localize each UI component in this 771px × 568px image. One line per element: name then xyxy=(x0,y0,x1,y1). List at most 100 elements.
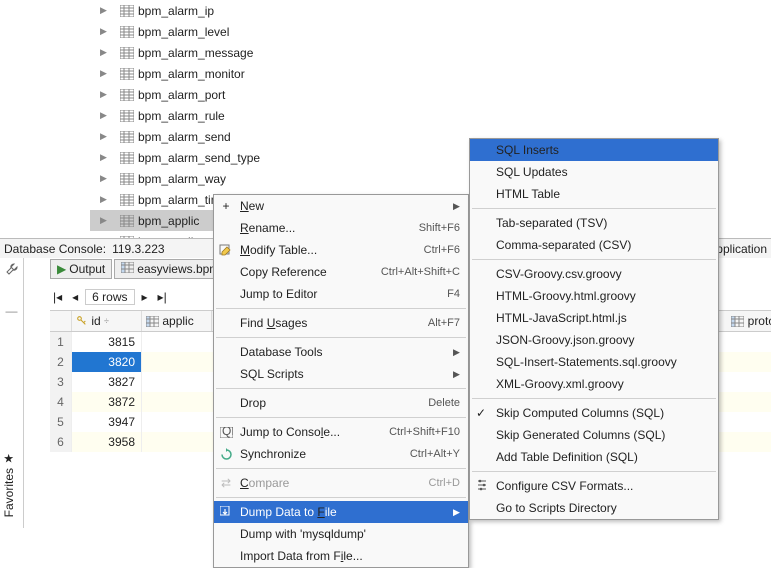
menu-separator xyxy=(472,471,716,472)
tree-item[interactable]: ▶bpm_alarm_level xyxy=(90,21,470,42)
run-icon: ▶ xyxy=(57,262,66,276)
table-icon xyxy=(120,89,134,101)
row-header xyxy=(50,311,72,331)
tree-item[interactable]: ▶bpm_alarm_monitor xyxy=(90,63,470,84)
database-console-label: Database Console: xyxy=(4,242,106,256)
submenu-tsv[interactable]: Tab-separated (TSV) xyxy=(470,212,718,234)
submenu-skip-generated[interactable]: Skip Generated Columns (SQL) xyxy=(470,424,718,446)
tree-item[interactable]: ▶bpm_alarm_way xyxy=(90,168,470,189)
submenu-csv-groovy[interactable]: CSV-Groovy.csv.groovy xyxy=(470,263,718,285)
submenu-csv[interactable]: Comma-separated (CSV) xyxy=(470,234,718,256)
submenu-add-table-def[interactable]: Add Table Definition (SQL) xyxy=(470,446,718,468)
menu-find-usages[interactable]: Find UsagesAlt+F7 xyxy=(214,312,468,334)
menu-modify-table[interactable]: Modify Table...Ctrl+F6 xyxy=(214,239,468,261)
table-icon xyxy=(120,215,134,227)
check-icon: ✓ xyxy=(476,406,486,420)
modify-icon xyxy=(218,244,234,256)
menu-separator xyxy=(472,208,716,209)
menu-dump-data-to-file[interactable]: Dump Data to File▶ xyxy=(214,501,468,523)
table-icon xyxy=(120,173,134,185)
submenu-xml-groovy[interactable]: XML-Groovy.xml.groovy xyxy=(470,373,718,395)
chevron-right-icon: ▶ xyxy=(100,68,110,79)
tree-item[interactable]: ▶bpm_alarm_message xyxy=(90,42,470,63)
menu-separator xyxy=(216,388,466,389)
menu-rename[interactable]: Rename...Shift+F6 xyxy=(214,217,468,239)
menu-new[interactable]: +NNewew▶ xyxy=(214,195,468,217)
settings-icon xyxy=(476,479,488,494)
prev-page-icon[interactable]: ◂ xyxy=(69,290,81,304)
chevron-right-icon: ▶ xyxy=(453,201,460,212)
context-menu: +NNewew▶ Rename...Shift+F6 Modify Table.… xyxy=(213,194,469,568)
tree-item[interactable]: ▶bpm_alarm_rule xyxy=(90,105,470,126)
minus-icon[interactable]: — xyxy=(0,300,23,322)
chevron-right-icon: ▶ xyxy=(100,89,110,100)
submenu-sql-inserts[interactable]: SQL Inserts xyxy=(470,139,718,161)
submenu-html-js[interactable]: HTML-JavaScript.html.js xyxy=(470,307,718,329)
menu-database-tools[interactable]: Database Tools▶ xyxy=(214,341,468,363)
chevron-right-icon: ▶ xyxy=(453,347,460,358)
refresh-icon xyxy=(218,448,234,461)
next-page-icon[interactable]: ▸ xyxy=(139,290,151,304)
first-page-icon[interactable]: |◂ xyxy=(50,290,65,304)
chevron-right-icon: ▶ xyxy=(100,152,110,163)
menu-separator xyxy=(216,308,466,309)
table-icon xyxy=(120,131,134,143)
chevron-right-icon: ▶ xyxy=(453,507,460,518)
menu-jump-editor[interactable]: Jump to EditorF4 xyxy=(214,283,468,305)
menu-drop[interactable]: DropDelete xyxy=(214,392,468,414)
export-icon xyxy=(218,506,234,518)
row-count: 6 rows xyxy=(85,289,134,305)
col-applic[interactable]: applic xyxy=(142,311,212,331)
star-icon: ★ xyxy=(4,451,15,465)
table-icon xyxy=(120,5,134,17)
chevron-right-icon: ▶ xyxy=(100,131,110,142)
menu-compare: ⇄CompareCtrl+D xyxy=(214,472,468,494)
last-page-icon[interactable]: ▸| xyxy=(155,290,170,304)
submenu-sql-updates[interactable]: SQL Updates xyxy=(470,161,718,183)
database-host: 119.3.223 xyxy=(112,242,165,256)
tab-output[interactable]: ▶ Output xyxy=(50,259,112,279)
favorites-sidebar[interactable]: Favorites ★ xyxy=(2,451,16,517)
submenu-sql-groovy[interactable]: SQL-Insert-Statements.sql.groovy xyxy=(470,351,718,373)
tree-item[interactable]: ▶bpm_alarm_port xyxy=(90,84,470,105)
menu-separator xyxy=(216,468,466,469)
chevron-right-icon: ▶ xyxy=(100,47,110,58)
submenu-goto-scripts[interactable]: Go to Scripts Directory xyxy=(470,497,718,519)
table-icon xyxy=(120,152,134,164)
submenu-html-groovy[interactable]: HTML-Groovy.html.groovy xyxy=(470,285,718,307)
submenu-skip-computed[interactable]: ✓Skip Computed Columns (SQL) xyxy=(470,402,718,424)
result-nav: |◂ ◂ 6 rows ▸ ▸| xyxy=(50,286,170,308)
menu-synchronize[interactable]: SynchronizeCtrl+Alt+Y xyxy=(214,443,468,465)
table-icon xyxy=(120,110,134,122)
menu-separator xyxy=(216,417,466,418)
tab-easyviews[interactable]: easyviews.bpm xyxy=(114,259,226,279)
menu-dump-mysqldump[interactable]: Dump with 'mysqldump' xyxy=(214,523,468,545)
table-icon xyxy=(121,262,134,276)
chevron-right-icon: ▶ xyxy=(453,369,460,380)
table-icon xyxy=(120,47,134,59)
chevron-right-icon: ▶ xyxy=(100,173,110,184)
table-icon xyxy=(120,26,134,38)
submenu-configure-csv[interactable]: Configure CSV Formats... xyxy=(470,475,718,497)
compare-icon: ⇄ xyxy=(218,476,234,490)
table-icon xyxy=(120,194,134,206)
menu-copy-reference[interactable]: Copy ReferenceCtrl+Alt+Shift+C xyxy=(214,261,468,283)
submenu-json-groovy[interactable]: JSON-Groovy.json.groovy xyxy=(470,329,718,351)
menu-separator xyxy=(216,497,466,498)
col-id[interactable]: id ÷ xyxy=(72,311,142,331)
chevron-right-icon: ▶ xyxy=(100,5,110,16)
menu-jump-console[interactable]: QLJump to Console...Ctrl+Shift+F10 xyxy=(214,421,468,443)
tree-item[interactable]: ▶bpm_alarm_send_type xyxy=(90,147,470,168)
svg-text:QL: QL xyxy=(222,427,233,438)
menu-import-data[interactable]: Import Data from File... xyxy=(214,545,468,567)
menu-separator xyxy=(472,259,716,260)
menu-sql-scripts[interactable]: SQL Scripts▶ xyxy=(214,363,468,385)
tree-item[interactable]: ▶bpm_alarm_send xyxy=(90,126,470,147)
chevron-right-icon: ▶ xyxy=(100,194,110,205)
chevron-right-icon: ▶ xyxy=(100,215,110,226)
tree-item[interactable]: ▶bpm_alarm_ip xyxy=(90,0,470,21)
submenu-html-table[interactable]: HTML Table xyxy=(470,183,718,205)
chevron-right-icon: ▶ xyxy=(100,26,110,37)
console-icon: QL xyxy=(218,427,234,438)
wrench-icon[interactable] xyxy=(0,258,23,280)
